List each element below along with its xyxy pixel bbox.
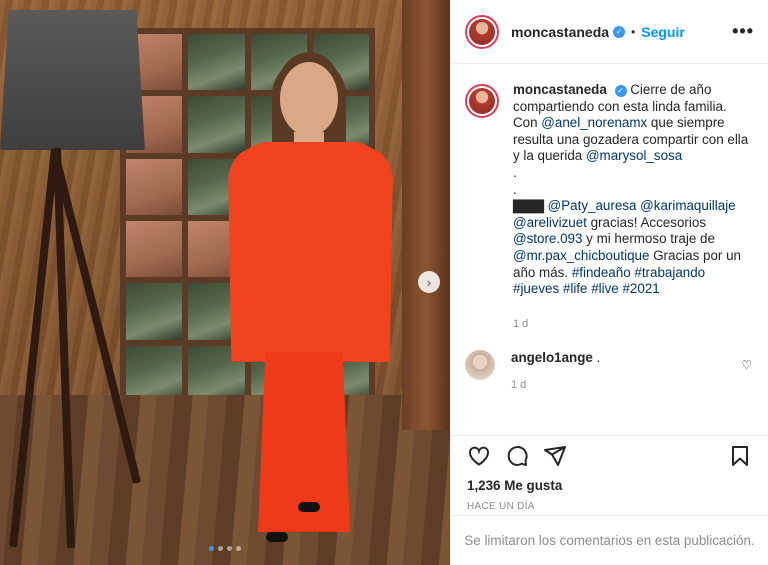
lamp-shade bbox=[0, 10, 145, 150]
carousel-dot bbox=[209, 546, 214, 551]
mention-link[interactable]: @karimaquillaje bbox=[640, 198, 735, 213]
mention-link[interactable]: @Paty_auresa bbox=[548, 198, 637, 213]
mention-link[interactable]: @arelivizuet bbox=[513, 215, 587, 230]
action-icons bbox=[467, 444, 752, 468]
caption-username[interactable]: moncastaneda bbox=[513, 82, 607, 97]
comment-item: angelo1ange . 1 d ♡ bbox=[465, 350, 754, 391]
comment-body: angelo1ange . 1 d bbox=[511, 350, 741, 391]
caption-dot: . bbox=[513, 164, 517, 180]
emoji-text: ▇▇▇ bbox=[513, 198, 544, 214]
mention-link[interactable]: @store.093 bbox=[513, 231, 582, 246]
verified-icon: ✓ bbox=[613, 25, 626, 38]
carousel-dot bbox=[236, 546, 241, 551]
person-figure bbox=[228, 58, 398, 542]
carousel-dots bbox=[0, 546, 450, 551]
mention-link[interactable]: @anel_norenamx bbox=[541, 115, 647, 130]
caption-part: y mi hermoso traje de bbox=[582, 231, 715, 247]
verified-icon: ✓ bbox=[614, 85, 627, 98]
hashtag-link[interactable]: #live bbox=[591, 281, 619, 296]
action-bar: 1,236 Me gusta HACE UN DÍA bbox=[451, 435, 768, 515]
door-frame bbox=[402, 0, 450, 430]
likes-count[interactable]: 1,236 Me gusta bbox=[467, 478, 752, 493]
comment-timestamp[interactable]: 1 d bbox=[511, 379, 741, 391]
hashtag-link[interactable]: #life bbox=[563, 281, 588, 296]
avatar[interactable] bbox=[465, 350, 495, 381]
post-header: moncastaneda ✓ • Seguir ••• bbox=[451, 0, 768, 64]
caption-text: moncastaneda ✓ Cierre de año compartiend… bbox=[513, 82, 753, 332]
caption-dot: . bbox=[513, 181, 517, 197]
heart-icon[interactable] bbox=[467, 444, 491, 468]
caption-part: gracias! Accesorios bbox=[586, 214, 706, 230]
comment-heart-icon[interactable]: ♡ bbox=[741, 358, 752, 372]
carousel-dot bbox=[218, 546, 223, 551]
comment-text: . bbox=[596, 350, 601, 366]
bookmark-icon[interactable] bbox=[728, 444, 752, 468]
instagram-post-modal: › moncastaneda ✓ • Seguir ••• moncastane… bbox=[0, 0, 768, 565]
hashtag-link[interactable]: #jueves bbox=[513, 281, 559, 296]
mention-link[interactable]: @mr.pax_chicboutique bbox=[513, 248, 649, 263]
hashtag-link[interactable]: #trabajando bbox=[634, 265, 705, 280]
hashtag-link[interactable]: #findeaño bbox=[572, 265, 631, 280]
more-icon[interactable]: ••• bbox=[732, 21, 754, 42]
mention-link[interactable]: @marysol_sosa bbox=[586, 148, 682, 163]
post-date[interactable]: HACE UN DÍA bbox=[467, 501, 752, 512]
hashtag-link[interactable]: #2021 bbox=[622, 281, 659, 296]
avatar[interactable] bbox=[465, 14, 499, 49]
separator-dot: • bbox=[631, 24, 636, 39]
share-icon[interactable] bbox=[543, 444, 567, 468]
comment-icon[interactable] bbox=[505, 444, 529, 468]
caption-timestamp[interactable]: 1 d bbox=[513, 316, 753, 333]
chevron-right-icon[interactable]: › bbox=[418, 271, 440, 293]
username[interactable]: moncastaneda bbox=[511, 24, 609, 40]
post-photo[interactable]: › bbox=[0, 0, 450, 565]
follow-button[interactable]: Seguir bbox=[641, 24, 685, 40]
comments-area: moncastaneda ✓ Cierre de año compartiend… bbox=[451, 64, 768, 435]
comments-disabled-notice: Se limitaron los comentarios en esta pub… bbox=[451, 515, 768, 565]
comment-username[interactable]: angelo1ange bbox=[511, 350, 593, 365]
avatar[interactable] bbox=[465, 84, 499, 118]
post-sidebar: moncastaneda ✓ • Seguir ••• moncastaneda… bbox=[450, 0, 768, 565]
caption: moncastaneda ✓ Cierre de año compartiend… bbox=[465, 82, 754, 332]
carousel-dot bbox=[227, 546, 232, 551]
